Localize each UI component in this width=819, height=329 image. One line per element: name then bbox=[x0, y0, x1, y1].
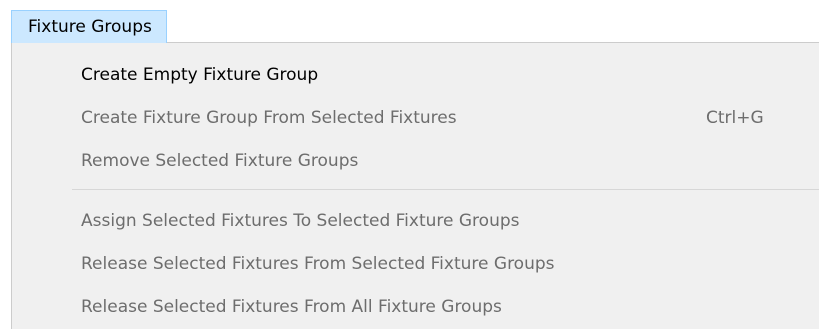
menu-item-label: Release Selected Fixtures From All Fixtu… bbox=[81, 297, 502, 317]
menu-item-label: Release Selected Fixtures From Selected … bbox=[81, 254, 555, 274]
menu-item-remove-selected-fixture-groups[interactable]: Remove Selected Fixture Groups bbox=[12, 139, 819, 183]
menu-item-create-fixture-group-from-selected[interactable]: Create Fixture Group From Selected Fixtu… bbox=[12, 96, 819, 140]
menu-fixture-groups[interactable]: Fixture Groups bbox=[11, 10, 167, 43]
menu-title: Fixture Groups bbox=[28, 17, 152, 37]
dropdown-menu: Create Empty Fixture Group Create Fixtur… bbox=[11, 42, 819, 329]
menu-item-label: Create Fixture Group From Selected Fixtu… bbox=[81, 108, 457, 128]
menu-item-create-empty-fixture-group[interactable]: Create Empty Fixture Group bbox=[12, 53, 819, 97]
menu-item-release-from-selected-groups[interactable]: Release Selected Fixtures From Selected … bbox=[12, 242, 819, 286]
menu-item-label: Assign Selected Fixtures To Selected Fix… bbox=[81, 211, 520, 231]
menu-item-label: Remove Selected Fixture Groups bbox=[81, 151, 359, 171]
menu-separator bbox=[72, 189, 819, 190]
menu-item-shortcut: Ctrl+G bbox=[706, 108, 764, 128]
menu-item-label: Create Empty Fixture Group bbox=[81, 65, 319, 85]
menu-item-assign-selected-fixtures[interactable]: Assign Selected Fixtures To Selected Fix… bbox=[12, 199, 819, 243]
menu-item-release-from-all-groups[interactable]: Release Selected Fixtures From All Fixtu… bbox=[12, 285, 819, 329]
